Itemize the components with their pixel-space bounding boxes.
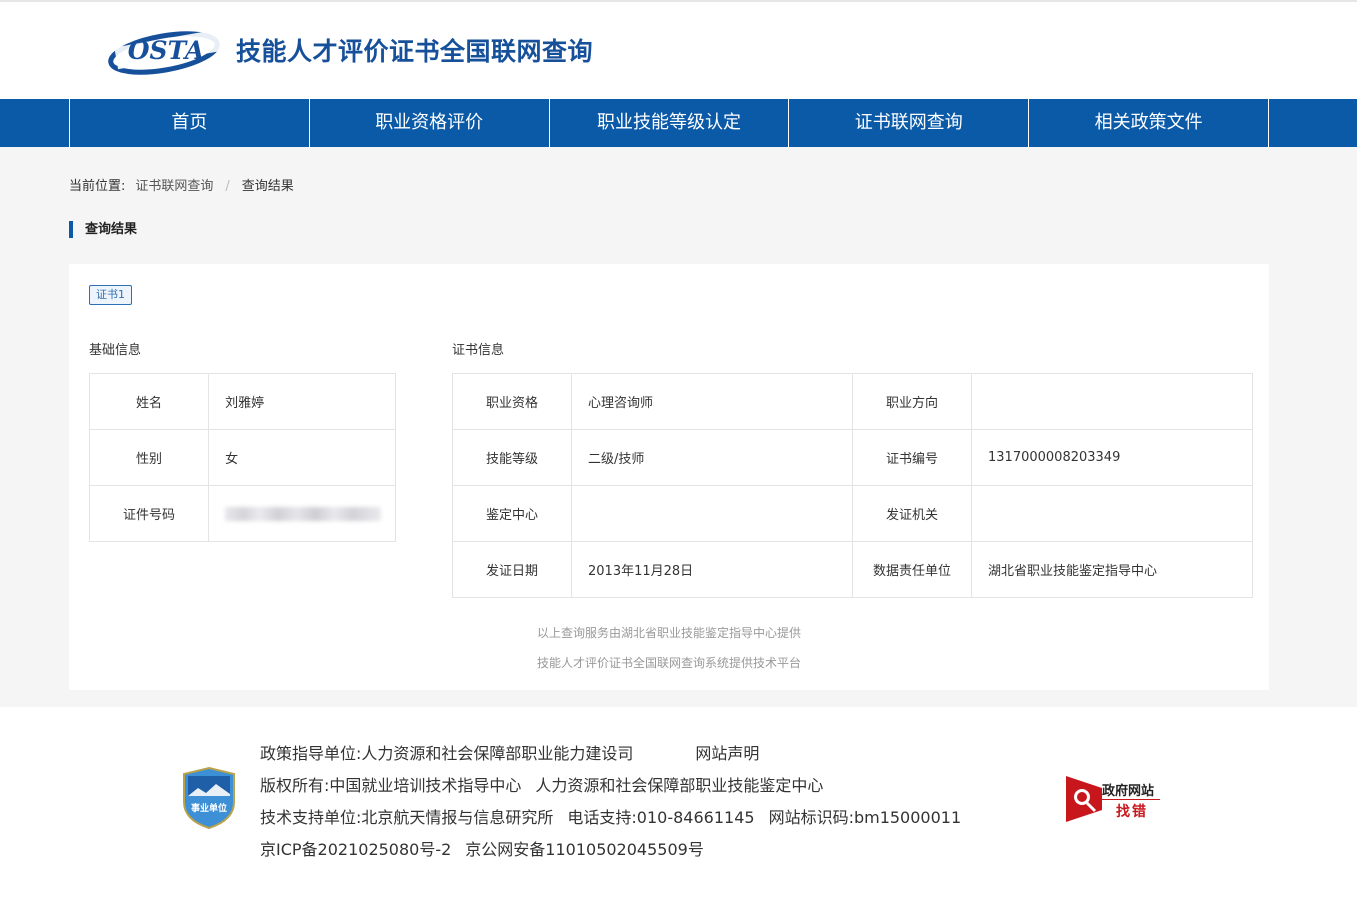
nav-home[interactable]: 首页 [70,99,310,147]
appraisal-center-value [571,485,853,542]
table-row: 技能等级 二级/技师 证书编号 1317000008203349 [452,429,1253,486]
site-id-code: 网站标识码:bm15000011 [768,808,962,827]
name-value: 刘雅婷 [208,373,396,430]
occupation-value: 心理咨询师 [571,373,853,430]
gender-value: 女 [208,429,396,486]
appraisal-center-label: 鉴定中心 [452,485,572,542]
phone-support: 电话支持:010-84661145 [567,808,755,827]
issue-date-value: 2013年11月28日 [571,541,853,598]
copyright-owner: 版权所有:中国就业培训技术指导中心 [260,776,522,795]
section-title: 查询结果 [69,221,137,238]
magnifier-icon [1066,776,1102,822]
certificate-number-label: 证书编号 [852,429,972,486]
data-responsible-unit-label: 数据责任单位 [852,541,972,598]
certificate-number-value: 1317000008203349 [971,429,1253,486]
table-row: 性别 女 [88,429,396,486]
issuing-authority-label: 发证机关 [852,485,972,542]
nav-qualification-evaluation[interactable]: 职业资格评价 [310,99,550,147]
site-footer: 事业单位 政策指导单位:人力资源和社会保障部职业能力建设司 网站声明 版权所有:中… [0,707,1357,897]
result-card: 证书1 基础信息 证书信息 姓名 刘雅婷 性别 女 证件号码 职业资格 心理咨询… [69,264,1269,690]
id-number-label: 证件号码 [88,485,210,542]
zhaocuo-label-bottom: 找错 [1116,804,1148,820]
copyright-owner-2: 人力资源和社会保障部职业技能鉴定中心 [535,776,824,795]
footer-line-3: 技术支持单位:北京航天情报与信息研究所 电话支持:010-84661145 网站标识… [260,804,961,828]
zhaocuo-label-top: 政府网站 [1102,784,1155,799]
breadcrumb-separator: / [225,179,230,194]
svg-text:OSTA: OSTA [128,36,204,65]
police-record-link[interactable]: 京公网安备11010502045509号 [465,840,704,859]
site-statement-link[interactable]: 网站声明 [695,744,759,763]
gender-label: 性别 [88,429,210,486]
table-row: 证件号码 [88,485,396,542]
footer-line-4: 京ICP备2021025080号-2 京公网安备11010502045509号 [260,836,704,860]
basic-info-table: 姓名 刘雅婷 性别 女 证件号码 [88,373,396,542]
table-row: 发证日期 2013年11月28日 数据责任单位 湖北省职业技能鉴定指导中心 [452,541,1253,598]
main-nav: 首页 职业资格评价 职业技能等级认定 证书联网查询 相关政策文件 [0,99,1357,147]
occupation-direction-label: 职业方向 [852,373,972,430]
breadcrumb-current: 查询结果 [241,179,294,194]
service-provider-note: 以上查询服务由湖北省职业技能鉴定指导中心提供 [536,626,801,640]
osta-logo[interactable]: OSTA [108,26,226,76]
issuing-authority-value [971,485,1253,542]
certificate-tab[interactable]: 证书1 [89,285,132,305]
policy-guidance-unit: 政策指导单位:人力资源和社会保障部职业能力建设司 [260,744,634,763]
id-number-value [208,485,396,542]
breadcrumb-link-certificate-query[interactable]: 证书联网查询 [135,179,213,194]
issue-date-label: 发证日期 [452,541,572,598]
name-label: 姓名 [88,373,210,430]
skill-level-label: 技能等级 [452,429,572,486]
basic-info-title: 基础信息 [89,343,142,358]
nav-certificate-query[interactable]: 证书联网查询 [789,99,1030,147]
footer-line-1: 政策指导单位:人力资源和社会保障部职业能力建设司 网站声明 [260,740,759,764]
public-institution-badge-icon[interactable]: 事业单位 [182,766,236,830]
skill-level-value: 二级/技师 [571,429,853,486]
table-row: 职业资格 心理咨询师 职业方向 [452,373,1253,430]
breadcrumb-prefix: 当前位置: [69,179,126,194]
occupation-direction-value [971,373,1253,430]
zhaocuo-divider [1102,799,1160,800]
tech-platform-note: 技能人才评价证书全国联网查询系统提供技术平台 [536,656,801,670]
table-row: 鉴定中心 发证机关 [452,485,1253,542]
gov-site-error-report[interactable]: 政府网站 找错 [1064,776,1164,822]
nav-policy-documents[interactable]: 相关政策文件 [1029,99,1269,147]
site-title: 技能人才评价证书全国联网查询 [236,37,594,66]
nav-skill-level-certification[interactable]: 职业技能等级认定 [550,99,790,147]
icp-record-link[interactable]: 京ICP备2021025080号-2 [260,840,451,859]
cert-info-title: 证书信息 [452,343,505,358]
footer-line-2: 版权所有:中国就业培训技术指导中心 人力资源和社会保障部职业技能鉴定中心 [260,772,823,796]
breadcrumb: 当前位置: 证书联网查询 / 查询结果 [69,175,294,194]
site-header: OSTA 技能人才评价证书全国联网查询 [0,2,1357,99]
cert-info-table: 职业资格 心理咨询师 职业方向 技能等级 二级/技师 证书编号 13170000… [452,373,1253,598]
data-responsible-unit-value: 湖北省职业技能鉴定指导中心 [971,541,1253,598]
table-row: 姓名 刘雅婷 [88,373,396,430]
svg-text:事业单位: 事业单位 [191,802,227,813]
tech-support-unit: 技术支持单位:北京航天情报与信息研究所 [260,808,554,827]
occupation-label: 职业资格 [452,373,572,430]
redacted-id-number [225,506,382,521]
